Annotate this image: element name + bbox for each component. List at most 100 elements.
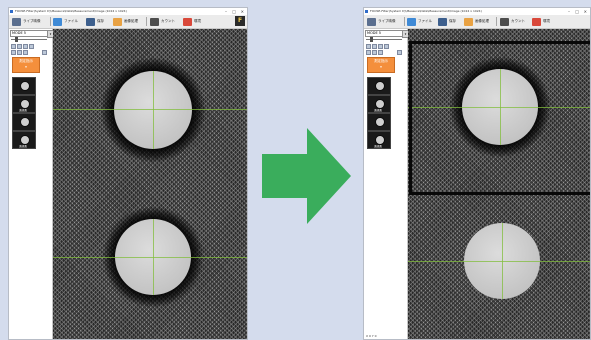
thumbnail[interactable] — [12, 113, 36, 131]
rect-tool-icon[interactable] — [23, 50, 28, 55]
save-button[interactable]: 保存 — [86, 17, 104, 26]
right-arrow-icon — [262, 128, 351, 224]
thumbnail[interactable]: 1 2 3 — [367, 95, 391, 113]
image-viewer[interactable] — [53, 29, 247, 339]
select-tool-icon[interactable] — [11, 44, 16, 49]
thumbnail[interactable]: 1 2 3 — [12, 131, 36, 149]
thumbnail-circle — [20, 81, 30, 91]
thumbnail[interactable] — [12, 77, 36, 95]
crosshair-horizontal — [408, 261, 590, 262]
circle-tool-icon[interactable] — [372, 50, 377, 55]
minimize-icon[interactable]: – — [225, 8, 227, 15]
toolbar-separator — [146, 17, 147, 26]
toolbar: ライブ映像 ファイル 保存 画像処理 カウント 環境 — [364, 15, 590, 29]
thumbnail-tag: 1 2 3 — [19, 109, 28, 112]
image-process-icon — [464, 17, 473, 26]
live-view-button[interactable]: ライブ映像 — [367, 17, 396, 26]
toolbar-separator — [496, 17, 497, 26]
select-tool-icon[interactable] — [366, 44, 371, 49]
thumbnail-circle — [375, 135, 385, 145]
thumbnail-circle — [375, 99, 385, 109]
folder-icon — [407, 17, 416, 26]
pan-tool-icon[interactable] — [378, 44, 383, 49]
close-icon[interactable]: ✕ — [241, 8, 244, 15]
image-process-button[interactable]: 画像処理 — [464, 17, 489, 26]
folder-icon — [53, 17, 62, 26]
counter-icon — [500, 17, 509, 26]
thumbnail-circle — [20, 135, 30, 145]
count-button[interactable]: カウント — [150, 17, 175, 26]
thumbnail[interactable]: 1 2 3 — [367, 131, 391, 149]
disk-icon — [438, 17, 447, 26]
settings-button[interactable]: 環境 — [532, 17, 550, 26]
settings-icon — [183, 17, 192, 26]
live-view-button[interactable]: ライブ映像 — [12, 17, 41, 26]
thumbnail-tag: 1 2 3 — [19, 145, 28, 148]
thumbnail[interactable] — [367, 113, 391, 131]
zoom-tool-icon[interactable] — [17, 44, 22, 49]
maximize-icon[interactable]: □ — [232, 8, 236, 15]
thumbnail-circle — [375, 117, 385, 127]
counter-icon — [150, 17, 159, 26]
sidebar: MODE 5 ▾ 測定指示 ▾ 1 2 3 1 2 3 — [9, 29, 54, 339]
app-window-after: FOOSE-Filter(System D)\Measure\Data\Meas… — [363, 7, 591, 340]
pan-tool-icon[interactable] — [23, 44, 28, 49]
maximize-icon[interactable]: □ — [575, 8, 579, 15]
window-title: FOOSE-Filter(System D)\Measure\Data\Meas… — [15, 9, 127, 13]
image-process-icon — [113, 17, 122, 26]
app-window-before: FOOSE-Filter(System D)\Measure\Data\Meas… — [8, 7, 248, 340]
roi-rectangle[interactable] — [409, 41, 590, 195]
camera-icon — [367, 17, 376, 26]
file-button[interactable]: ファイル — [53, 17, 78, 26]
settings-button[interactable]: 環境 — [183, 17, 201, 26]
title-bar: FOOSE-Filter(System D)\Measure\Data\Meas… — [364, 8, 590, 15]
title-bar: FOOSE-Filter(System D)\Measure\Data\Meas… — [9, 8, 247, 15]
slider-handle[interactable] — [370, 37, 373, 42]
close-icon[interactable]: ✕ — [584, 8, 587, 15]
window-title: FOOSE-Filter(System D)\Measure\Data\Meas… — [370, 9, 482, 13]
toolbar-separator — [404, 17, 405, 26]
toolbar-separator — [50, 17, 51, 26]
image-viewer[interactable] — [408, 29, 590, 339]
mode-select[interactable]: MODE 5 ▾ — [10, 30, 54, 38]
thumbnail-tag: 1 2 3 — [374, 109, 383, 112]
slider-handle[interactable] — [15, 37, 18, 42]
measure-tool-icon[interactable] — [384, 44, 389, 49]
image-process-button[interactable]: 画像処理 — [113, 17, 138, 26]
crosshair-horizontal — [53, 109, 247, 110]
app-icon — [365, 10, 368, 13]
measure-instruction-button[interactable]: 測定指示 ▾ — [12, 57, 40, 73]
thumbnail[interactable]: 1 2 3 — [12, 95, 36, 113]
settings-icon — [532, 17, 541, 26]
line-tool-icon[interactable] — [11, 50, 16, 55]
rect-tool-icon[interactable] — [378, 50, 383, 55]
save-button[interactable]: 保存 — [438, 17, 456, 26]
minimize-icon[interactable]: – — [568, 8, 570, 15]
thumbnail-circle — [375, 81, 385, 91]
thumbnail-tag: 1 2 3 — [374, 145, 383, 148]
disk-icon — [86, 17, 95, 26]
crosshair-horizontal — [53, 257, 247, 258]
thumbnail[interactable] — [367, 77, 391, 95]
camera-icon — [12, 17, 21, 26]
circle-tool-icon[interactable] — [17, 50, 22, 55]
crosshair-vertical — [153, 71, 154, 149]
measure-tool-icon[interactable] — [29, 44, 34, 49]
count-button[interactable]: カウント — [500, 17, 525, 26]
grid-tool-icon[interactable] — [42, 50, 47, 55]
sidebar: MODE 5 ▾ 測定指示 ▾ 1 2 3 1 2 3 X 0 Y 0 — [364, 29, 409, 339]
mode-select[interactable]: MODE 5 ▾ — [365, 30, 409, 38]
file-button[interactable]: ファイル — [407, 17, 432, 26]
thumbnail-circle — [20, 99, 30, 109]
crosshair-vertical — [502, 223, 503, 299]
plugin-button[interactable]: F — [235, 16, 245, 26]
grid-tool-icon[interactable] — [397, 50, 402, 55]
app-icon — [10, 10, 13, 13]
toolbar: ライブ映像 ファイル 保存 画像処理 カウント 環境 F — [9, 15, 247, 29]
status-bar-text: X 0 Y 0 — [366, 334, 377, 338]
line-tool-icon[interactable] — [366, 50, 371, 55]
crosshair-vertical — [153, 219, 154, 295]
zoom-tool-icon[interactable] — [372, 44, 377, 49]
thumbnail-circle — [20, 117, 30, 127]
measure-instruction-button[interactable]: 測定指示 ▾ — [367, 57, 395, 73]
